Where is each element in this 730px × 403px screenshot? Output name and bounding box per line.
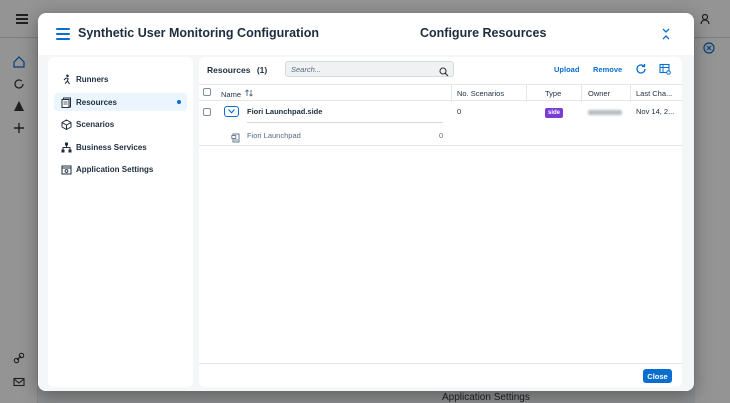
- column-header-last-changed[interactable]: Last Cha...: [636, 89, 672, 98]
- configuration-dialog: Synthetic User Monitoring Configuration …: [38, 13, 694, 391]
- row-checkbox[interactable]: [203, 108, 211, 116]
- search-field[interactable]: [285, 61, 454, 77]
- scenario-count: 0: [457, 107, 462, 116]
- settings-icon: [60, 163, 72, 175]
- nav-item-scenarios[interactable]: Scenarios: [54, 115, 187, 133]
- upload-button[interactable]: Upload: [554, 65, 579, 74]
- side-navigation: Runners Resources Scenarios Business Ser…: [48, 57, 193, 387]
- close-button[interactable]: Close: [643, 369, 672, 383]
- collapse-icon[interactable]: [658, 26, 674, 42]
- type-badge: side: [545, 108, 564, 118]
- resources-panel: Resources (1) Upload Remove: [199, 57, 682, 387]
- table-settings-icon[interactable]: [659, 62, 671, 75]
- column-separator: [581, 85, 582, 102]
- table-row-child[interactable]: Fiori Launchpad 0: [199, 125, 682, 145]
- remove-button[interactable]: Remove: [593, 65, 622, 74]
- column-separator: [526, 85, 527, 102]
- dialog-body: Runners Resources Scenarios Business Ser…: [38, 55, 694, 391]
- expand-button[interactable]: [224, 106, 239, 117]
- nav-label: Resources: [76, 97, 117, 107]
- table-header: Name No. Scenarios Type Owner Last Cha..…: [199, 84, 682, 102]
- nav-item-business-services[interactable]: Business Services: [54, 138, 187, 156]
- table-row[interactable]: Fiori Launchpad.side 0 side Nov 14, 2...: [199, 101, 682, 125]
- resources-icon: [60, 96, 72, 108]
- resources-title: Resources (1): [207, 65, 267, 75]
- document-icon: [231, 130, 241, 143]
- nav-label: Business Services: [76, 142, 147, 152]
- nav-label: Scenarios: [76, 119, 115, 129]
- hierarchy-icon: [60, 141, 72, 153]
- column-separator: [630, 85, 631, 102]
- resource-name: Fiori Launchpad.side: [247, 107, 323, 116]
- search-input[interactable]: [291, 64, 431, 74]
- nav-item-runners[interactable]: Runners: [54, 70, 187, 88]
- child-resource-name: Fiori Launchpad: [247, 131, 301, 140]
- dialog-footer: Close: [199, 363, 682, 387]
- child-resource-count: 0: [439, 131, 444, 140]
- column-header-owner[interactable]: Owner: [588, 89, 610, 98]
- app-title: Synthetic User Monitoring Configuration: [78, 26, 319, 40]
- column-header-name[interactable]: Name: [221, 89, 253, 99]
- search-icon[interactable]: [439, 64, 449, 77]
- nav-label: Runners: [76, 74, 109, 84]
- row-divider: [199, 145, 682, 146]
- select-all-checkbox[interactable]: [203, 88, 211, 96]
- resources-toolbar: Resources (1) Upload Remove: [199, 57, 682, 81]
- nav-label: Application Settings: [76, 164, 154, 174]
- active-indicator-dot: [177, 100, 181, 104]
- page-title: Configure Resources: [420, 26, 547, 40]
- row-divider: [247, 122, 443, 123]
- refresh-icon[interactable]: [635, 62, 647, 74]
- runner-icon: [60, 73, 72, 85]
- column-header-type[interactable]: Type: [545, 89, 561, 98]
- column-header-scenarios[interactable]: No. Scenarios: [457, 89, 504, 98]
- resources-title-text: Resources: [207, 65, 251, 75]
- owner-blurred: [588, 110, 622, 115]
- nav-item-resources[interactable]: Resources: [54, 93, 187, 111]
- chevron-down-icon: [228, 109, 235, 114]
- column-separator: [451, 85, 452, 102]
- column-name-label: Name: [221, 90, 242, 99]
- hamburger-menu-icon[interactable]: [56, 28, 70, 40]
- sort-icon[interactable]: [245, 89, 253, 99]
- nav-item-application-settings[interactable]: Application Settings: [54, 160, 187, 178]
- scenarios-icon: [60, 118, 72, 130]
- resources-count: (1): [256, 65, 268, 75]
- dialog-header: Synthetic User Monitoring Configuration …: [38, 13, 694, 55]
- last-changed-date: Nov 14, 2...: [636, 107, 675, 116]
